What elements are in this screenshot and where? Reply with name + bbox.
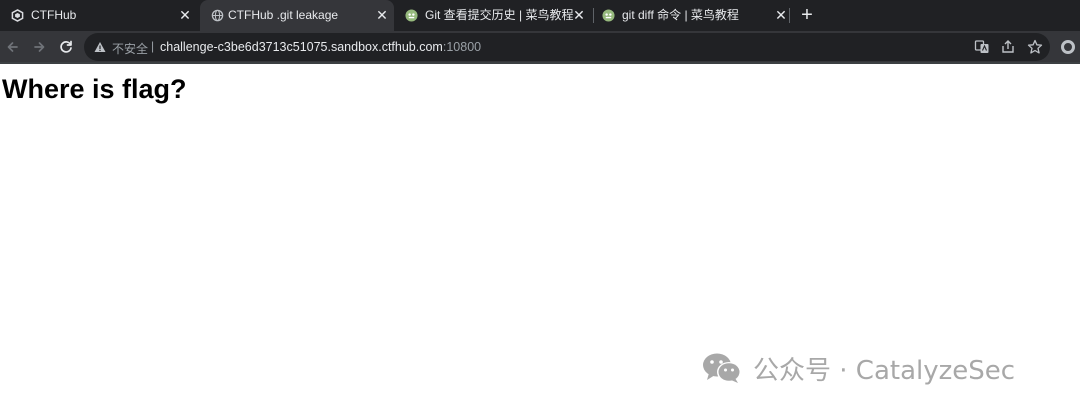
watermark-text: 公众号 · CatalyzeSec <box>753 355 1016 386</box>
share-icon[interactable] <box>1000 39 1016 55</box>
tab-git-leakage[interactable]: CTFHub .git leakage ✕ <box>200 0 394 31</box>
tab-close-icon[interactable]: ✕ <box>772 6 790 24</box>
tab-title: Git 查看提交历史 | 菜鸟教程 <box>425 8 574 22</box>
bookmark-star-icon[interactable] <box>1027 39 1043 55</box>
runoob-logo-icon <box>405 9 418 22</box>
tab-separator <box>789 8 790 23</box>
tab-ctfhub[interactable]: CTFHub ✕ <box>0 0 197 31</box>
page-heading: Where is flag? <box>2 74 187 104</box>
tab-title: CTFHub <box>31 8 77 22</box>
globe-icon <box>211 9 224 22</box>
browser-chrome: CTFHub ✕ CTFHub .git leakage ✕ Git 查看提交历… <box>0 0 1080 64</box>
tab-close-icon[interactable]: ✕ <box>176 6 194 24</box>
toolbar: 不安全 | challenge-c3be6d3713c51075.sandbox… <box>0 31 1080 62</box>
tab-close-icon[interactable]: ✕ <box>373 6 391 24</box>
back-button[interactable] <box>2 36 24 58</box>
warning-icon[interactable] <box>94 41 106 53</box>
reload-button[interactable] <box>55 36 77 58</box>
url-text[interactable]: challenge-c3be6d3713c51075.sandbox.ctfhu… <box>160 40 481 54</box>
security-label[interactable]: 不安全 <box>112 40 148 57</box>
tab-title: CTFHub .git leakage <box>228 8 339 22</box>
page-content: Where is flag? 公众号 · CatalyzeSec <box>0 64 1080 410</box>
tab-title: git diff 命令 | 菜鸟教程 <box>622 8 739 22</box>
tab-git-history[interactable]: Git 查看提交历史 | 菜鸟教程 ✕ <box>394 0 593 31</box>
watermark: 公众号 · CatalyzeSec <box>701 350 1015 386</box>
ctfhub-logo-icon <box>11 9 24 22</box>
url-divider: | <box>151 39 155 53</box>
wechat-icon <box>703 353 741 383</box>
tab-close-icon[interactable]: ✕ <box>570 6 588 24</box>
tab-git-diff[interactable]: git diff 命令 | 菜鸟教程 ✕ <box>591 0 789 31</box>
url-port: :10800 <box>442 40 482 54</box>
tab-strip: CTFHub ✕ CTFHub .git leakage ✕ Git 查看提交历… <box>0 0 1080 31</box>
translate-icon[interactable] <box>974 39 990 55</box>
runoob-logo-icon <box>602 9 615 22</box>
address-bar[interactable]: 不安全 | challenge-c3be6d3713c51075.sandbox… <box>84 33 1050 61</box>
forward-button[interactable] <box>28 36 50 58</box>
url-host: challenge-c3be6d3713c51075.sandbox.ctfhu… <box>160 40 443 54</box>
profile-avatar-icon[interactable] <box>1061 40 1075 54</box>
new-tab-button[interactable]: + <box>796 4 818 26</box>
